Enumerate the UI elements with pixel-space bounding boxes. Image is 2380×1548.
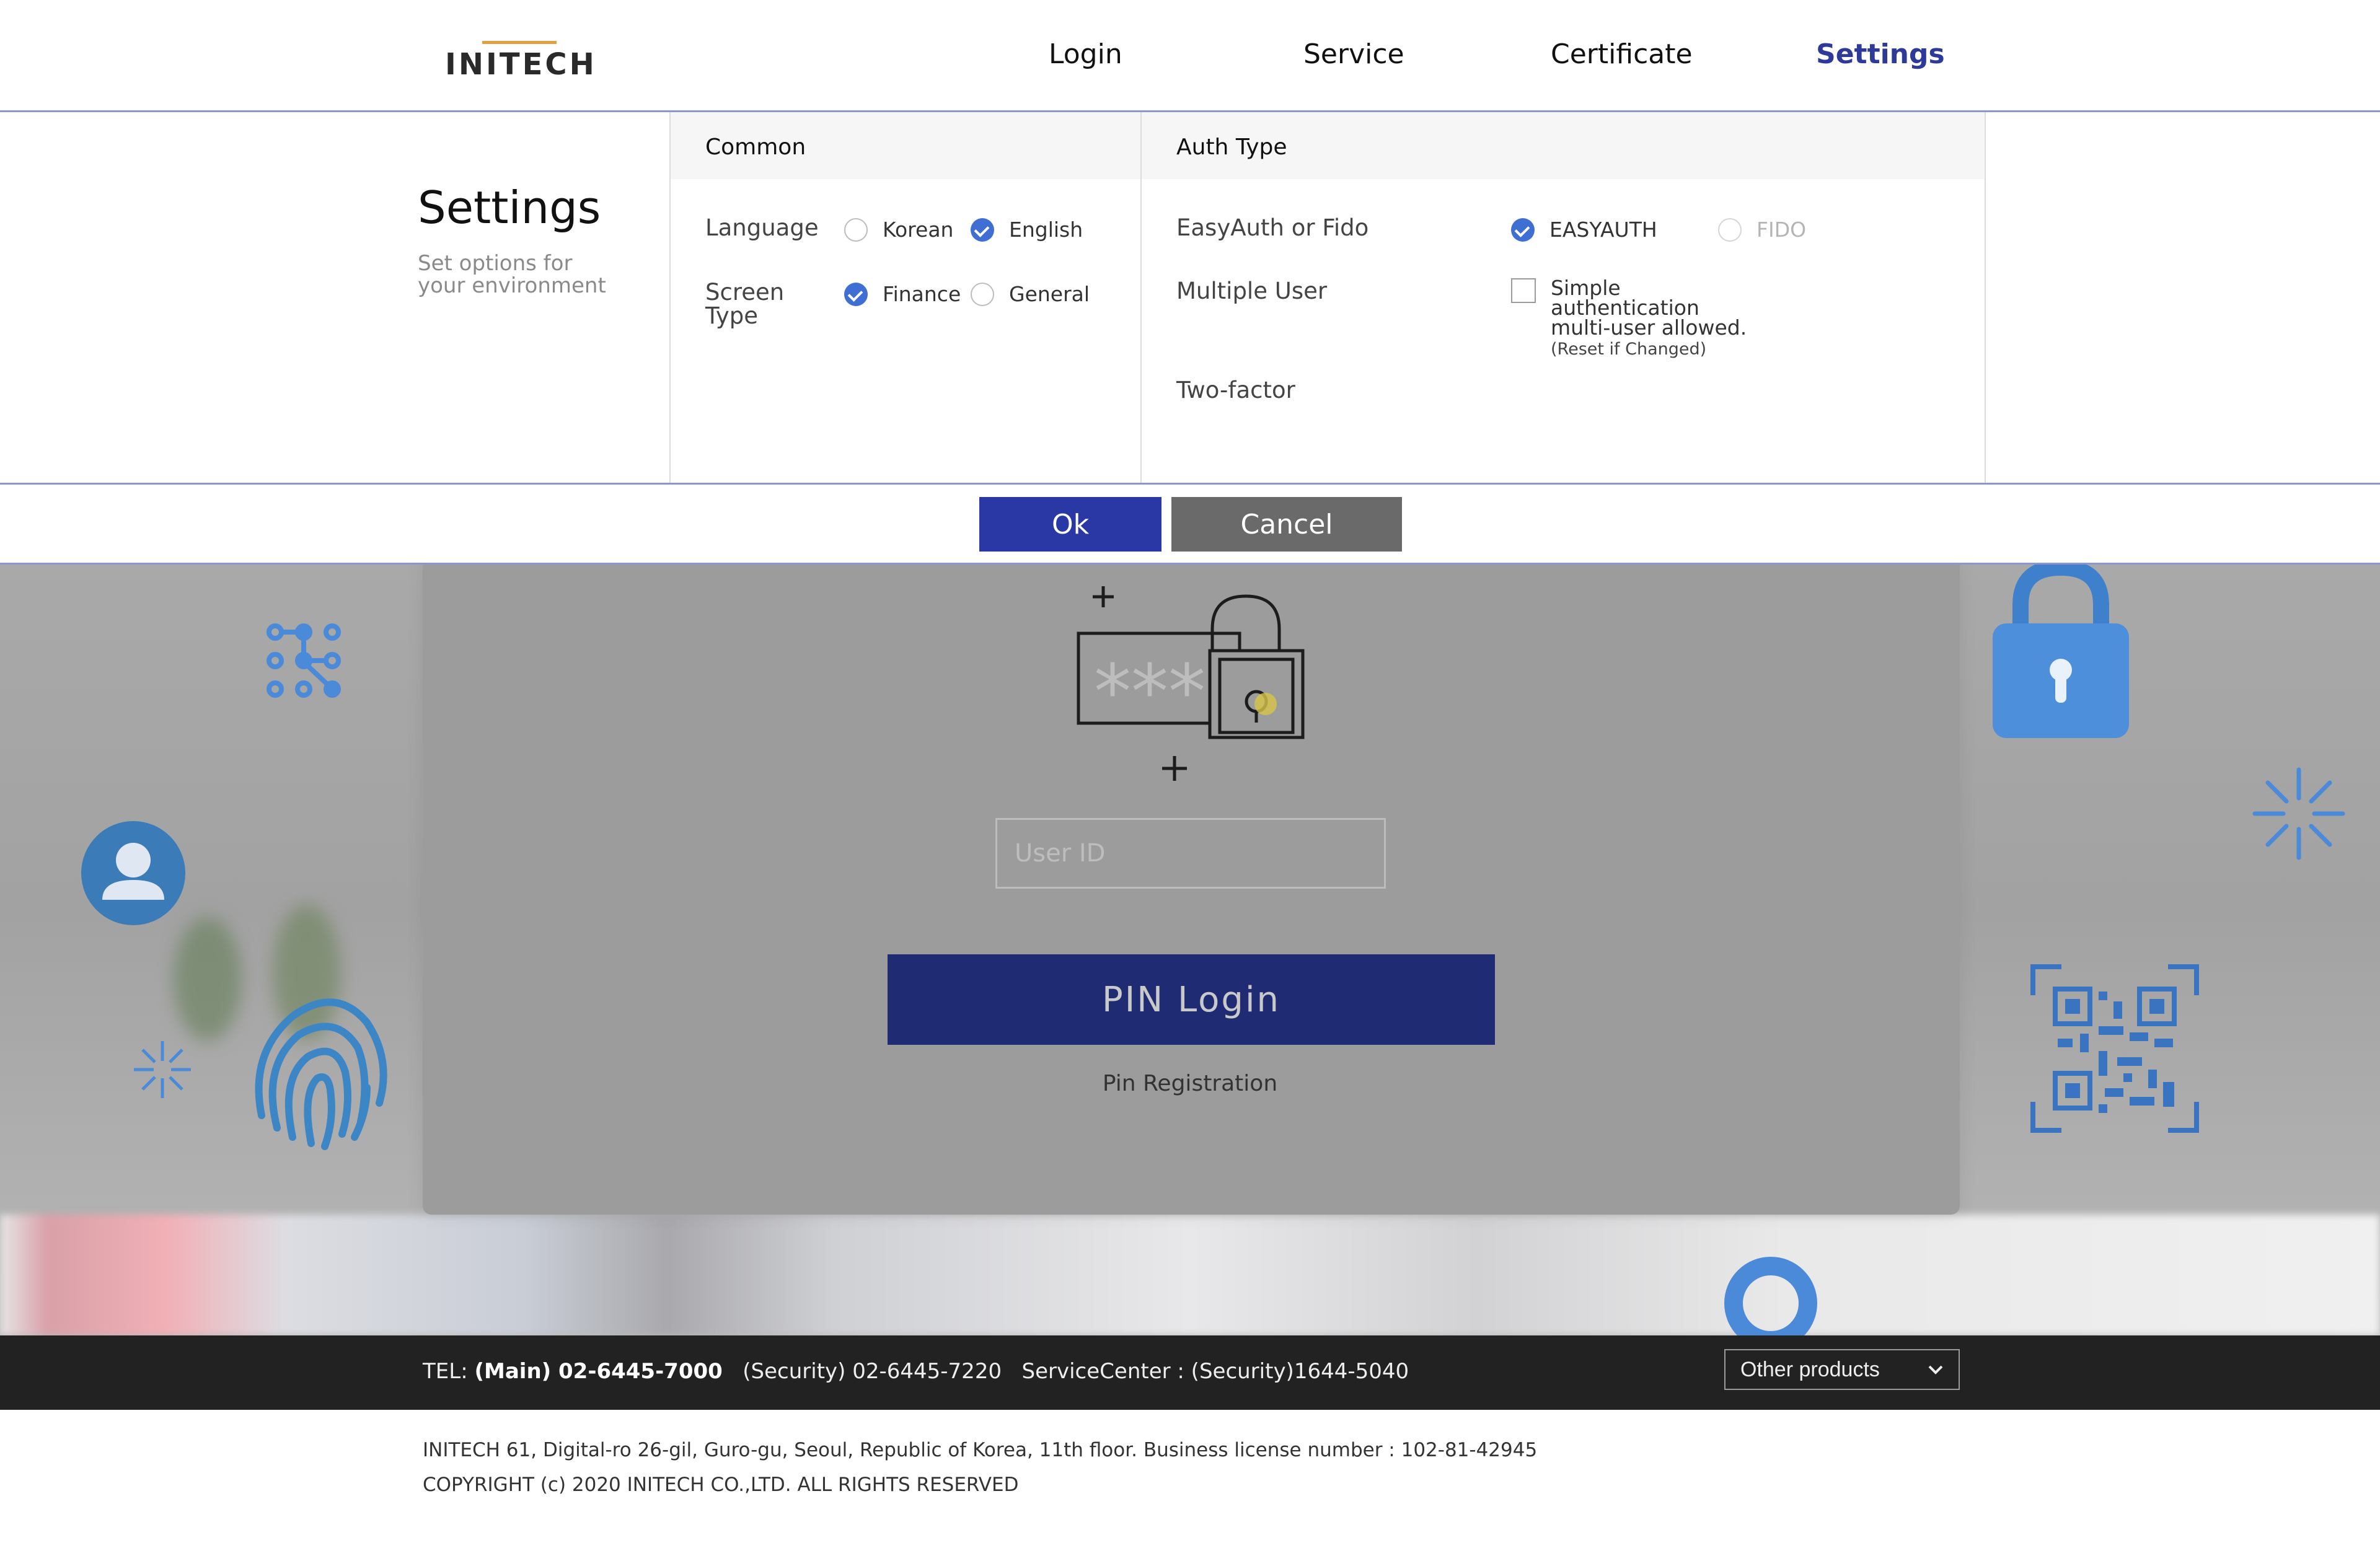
sparkle-icon — [2252, 767, 2345, 860]
logo-accent-bar — [482, 41, 557, 44]
footer-copyright: COPYRIGHT (c) 2020 INITECH CO.,LTD. ALL … — [423, 1474, 1019, 1496]
sparkle-icon — [134, 1041, 191, 1098]
settings-subtitle: Set options for your environment — [418, 251, 606, 298]
multi-user-text: Simple authentication multi-user allowed… — [1551, 278, 1755, 359]
multi-user-option[interactable]: Simple authentication multi-user allowed… — [1511, 278, 1755, 359]
initech-logo[interactable]: INITECH — [445, 38, 594, 82]
easyauth-option[interactable]: EASYAUTH — [1511, 218, 1657, 242]
svg-text:***: *** — [1094, 649, 1205, 736]
ring-icon — [1724, 1257, 1817, 1337]
service-center: ServiceCenter : (Security)1644-5040 — [1021, 1359, 1409, 1384]
chevron-down-icon — [1928, 1365, 1943, 1374]
pattern-icon — [267, 623, 341, 698]
radio-selected-icon[interactable] — [971, 218, 994, 242]
multiple-user-label: Multiple User — [1176, 278, 1328, 304]
option-label: Finance — [883, 282, 961, 306]
screen-type-general-option[interactable]: General — [971, 282, 1090, 306]
multi-user-note: (Reset if Changed) — [1551, 340, 1707, 359]
pin-login-button[interactable]: PIN Login — [888, 954, 1495, 1045]
background-strip — [0, 1215, 2380, 1335]
password-lock-illustration: *** — [1077, 586, 1305, 781]
nav-settings[interactable]: Settings — [1816, 38, 1945, 70]
checkbox-unchecked-icon[interactable] — [1511, 278, 1536, 303]
user-avatar-icon — [81, 821, 185, 925]
radio-unselected-icon[interactable] — [971, 282, 994, 306]
language-korean-option[interactable]: Korean — [844, 218, 953, 242]
settings-action-bar: Ok Cancel — [0, 485, 2380, 565]
lock-icon — [1993, 561, 2129, 738]
multi-user-checkbox-label: Simple authentication multi-user allowed… — [1551, 276, 1747, 340]
option-label: English — [1009, 218, 1083, 242]
footer-contacts: TEL: (Main) 02-6445-7000 (Security) 02-6… — [423, 1359, 1409, 1384]
footer-bar: TEL: (Main) 02-6445-7000 (Security) 02-6… — [0, 1335, 2380, 1410]
option-label: Korean — [883, 218, 954, 242]
pin-registration-link[interactable]: Pin Registration — [1004, 1071, 1376, 1096]
top-header: INITECH Login Service Certificate Settin… — [0, 0, 2380, 112]
fingerprint-icon — [255, 998, 387, 1150]
language-english-option[interactable]: English — [971, 218, 1083, 242]
fido-option: FIDO — [1718, 218, 1806, 242]
language-label: Language — [705, 214, 819, 241]
screen-type-label: Screen Type — [705, 279, 785, 329]
user-id-input[interactable] — [995, 818, 1386, 889]
auth-type-heading: Auth Type — [1142, 112, 1985, 179]
qr-code-icon — [2030, 964, 2199, 1133]
option-label: FIDO — [1756, 218, 1807, 242]
common-section: Common Language Korean English Screen Ty… — [669, 112, 1142, 483]
other-products-select[interactable]: Other products — [1724, 1349, 1960, 1390]
radio-selected-icon[interactable] — [844, 282, 868, 306]
cancel-button[interactable]: Cancel — [1171, 497, 1402, 552]
footer-address: INITECH 61, Digital-ro 26-gil, Guro-gu, … — [423, 1439, 1538, 1461]
ok-button[interactable]: Ok — [979, 497, 1161, 552]
option-label: General — [1009, 282, 1090, 306]
option-label: EASYAUTH — [1549, 218, 1657, 242]
radio-selected-icon[interactable] — [1511, 218, 1535, 242]
logo-text: INITECH — [445, 47, 597, 82]
screen-type-finance-option[interactable]: Finance — [844, 282, 961, 306]
auth-type-section: Auth Type EasyAuth or Fido EASYAUTH FIDO… — [1140, 112, 1986, 483]
easyauth-label: EasyAuth or Fido — [1176, 214, 1369, 241]
nav-login[interactable]: Login — [1049, 38, 1122, 70]
other-products-label: Other products — [1740, 1357, 1880, 1381]
tel-main: (Main) 02-6445-7000 — [474, 1359, 723, 1384]
nav-certificate[interactable]: Certificate — [1551, 38, 1693, 70]
background-plant — [174, 917, 242, 1041]
radio-unselected-icon[interactable] — [844, 218, 868, 242]
settings-title: Settings — [418, 182, 601, 234]
nav-service[interactable]: Service — [1303, 38, 1404, 70]
tel-security: (Security) 02-6445-7220 — [743, 1359, 1002, 1384]
tel-prefix: TEL: — [423, 1359, 475, 1384]
settings-panel: Settings Set options for your environmen… — [0, 112, 2380, 485]
two-factor-label: Two-factor — [1176, 377, 1295, 403]
radio-disabled-icon — [1718, 218, 1742, 242]
common-heading: Common — [671, 112, 1142, 179]
